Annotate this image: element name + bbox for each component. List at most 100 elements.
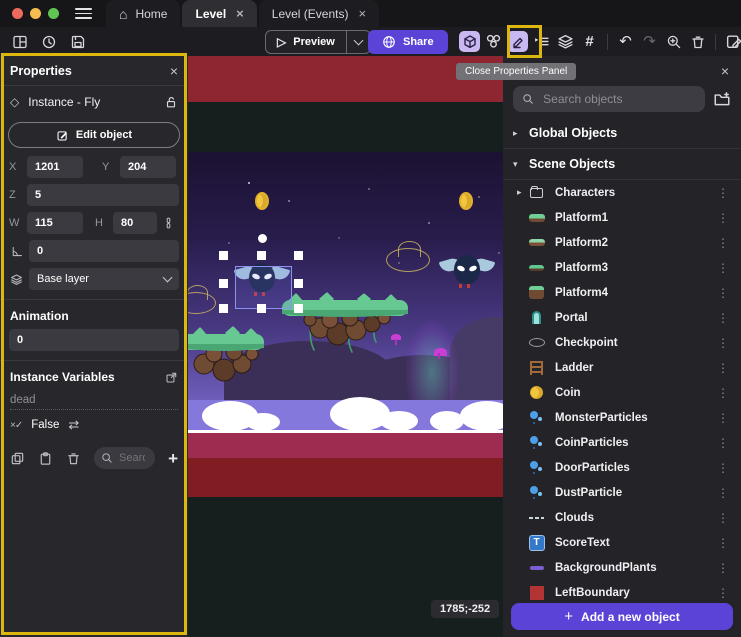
tab[interactable]: ⌂ Level (Events) × xyxy=(259,0,379,27)
object-list-item[interactable]: BackgroundPlants ⋮ xyxy=(503,555,741,580)
cloud-sprite[interactable] xyxy=(380,411,418,431)
objects-search-input[interactable] xyxy=(541,91,696,107)
item-menu-icon[interactable]: ⋮ xyxy=(715,261,731,275)
object-list-item[interactable]: CoinParticles ⋮ xyxy=(503,430,741,455)
tab-close-icon[interactable]: × xyxy=(358,7,366,20)
layers-icon[interactable] xyxy=(555,31,576,52)
layer-select[interactable]: Base layer xyxy=(29,268,179,290)
menu-icon[interactable] xyxy=(75,8,92,19)
paste-icon[interactable] xyxy=(38,451,53,466)
edit-properties-icon[interactable] xyxy=(507,31,528,52)
ufo-outline-sprite[interactable] xyxy=(188,292,216,314)
object-list-item[interactable]: Checkpoint ⋮ xyxy=(503,330,741,355)
resize-handle-sw[interactable] xyxy=(219,304,228,313)
ufo-outline-sprite[interactable] xyxy=(386,248,430,272)
animation-input[interactable] xyxy=(9,329,179,351)
delete-variable-icon[interactable] xyxy=(66,451,81,466)
variable-name[interactable]: dead xyxy=(10,394,178,410)
object-list-item[interactable]: Platform2 ⋮ xyxy=(503,230,741,255)
object-list-item[interactable]: Ladder ⋮ xyxy=(503,355,741,380)
object-list-item[interactable]: Platform3 ⋮ xyxy=(503,255,741,280)
fly-monster-sprite[interactable] xyxy=(440,252,494,292)
object-list-item[interactable]: Portal ⋮ xyxy=(503,305,741,330)
height-input[interactable] xyxy=(113,212,157,234)
object-list-item[interactable]: Coin ⋮ xyxy=(503,380,741,405)
resize-handle-e[interactable] xyxy=(294,279,303,288)
view-3d-icon[interactable] xyxy=(459,31,480,52)
item-menu-icon[interactable]: ⋮ xyxy=(715,536,731,550)
coin-sprite[interactable] xyxy=(255,192,269,210)
width-input[interactable] xyxy=(27,212,83,234)
item-menu-icon[interactable]: ⋮ xyxy=(715,411,731,425)
x-input[interactable] xyxy=(27,156,83,178)
events-list-icon[interactable] xyxy=(531,31,552,52)
add-new-object-button[interactable]: + Add a new object xyxy=(511,603,733,630)
object-list-item[interactable]: DustParticle ⋮ xyxy=(503,480,741,505)
coin-sprite[interactable] xyxy=(459,192,473,210)
resize-handle-nw[interactable] xyxy=(219,251,228,260)
global-objects-group[interactable]: ▸ Global Objects xyxy=(503,118,741,149)
item-menu-icon[interactable]: ⋮ xyxy=(715,286,731,300)
object-list-item[interactable]: Platform4 ⋮ xyxy=(503,280,741,305)
item-menu-icon[interactable]: ⋮ xyxy=(715,386,731,400)
cloud-sprite[interactable] xyxy=(246,413,280,431)
delete-icon[interactable] xyxy=(687,31,708,52)
open-external-icon[interactable] xyxy=(165,371,178,384)
maximize-window-button[interactable] xyxy=(48,8,59,19)
object-list-item[interactable]: Platform1 ⋮ xyxy=(503,205,741,230)
resize-handle-n[interactable] xyxy=(257,251,266,260)
close-properties-icon[interactable]: × xyxy=(170,64,178,78)
close-objects-panel-icon[interactable]: × xyxy=(721,64,729,78)
tab-close-icon[interactable]: × xyxy=(236,7,244,20)
item-menu-icon[interactable]: ⋮ xyxy=(715,186,731,200)
item-menu-icon[interactable]: ⋮ xyxy=(715,336,731,350)
y-input[interactable] xyxy=(120,156,176,178)
item-menu-icon[interactable]: ⋮ xyxy=(715,311,731,325)
undo-icon[interactable]: ↶ xyxy=(615,31,636,52)
unlock-icon[interactable] xyxy=(164,95,178,109)
preview-button[interactable]: ▷ Preview xyxy=(265,30,371,54)
close-window-button[interactable] xyxy=(12,8,23,19)
item-menu-icon[interactable]: ⋮ xyxy=(715,586,731,600)
zoom-in-icon[interactable] xyxy=(663,31,684,52)
redo-icon[interactable]: ↷ xyxy=(639,31,660,52)
link-dimensions-icon[interactable] xyxy=(162,216,175,230)
object-list-item[interactable]: Clouds ⋮ xyxy=(503,505,741,530)
toggle-value-icon[interactable]: ⇄ xyxy=(68,417,79,433)
edit-object-button[interactable]: Edit object xyxy=(8,122,180,148)
rotation-handle[interactable] xyxy=(258,234,267,243)
objects-search-box[interactable] xyxy=(513,86,705,112)
object-list-item[interactable]: LeftBoundary ⋮ xyxy=(503,580,741,605)
selection-rectangle[interactable] xyxy=(235,266,292,309)
tab[interactable]: ⌂ Level × xyxy=(182,0,256,27)
object-list-item[interactable]: ScoreText ⋮ xyxy=(503,530,741,555)
resize-handle-ne[interactable] xyxy=(294,251,303,260)
platform-sprite[interactable] xyxy=(280,292,412,364)
notes-icon[interactable] xyxy=(723,31,741,52)
scene-objects-group[interactable]: ▾ Scene Objects xyxy=(503,149,741,180)
copy-icon[interactable] xyxy=(10,451,25,466)
panels-icon[interactable] xyxy=(9,31,30,52)
item-menu-icon[interactable]: ⋮ xyxy=(715,436,731,450)
grid-icon[interactable]: # xyxy=(579,31,600,52)
item-menu-icon[interactable]: ⋮ xyxy=(715,486,731,500)
resize-handle-w[interactable] xyxy=(219,279,228,288)
item-menu-icon[interactable]: ⋮ xyxy=(715,236,731,250)
item-menu-icon[interactable]: ⋮ xyxy=(715,361,731,375)
object-list-item[interactable]: Characters ⋮ xyxy=(503,180,741,205)
z-input[interactable] xyxy=(27,184,179,206)
share-button[interactable]: Share xyxy=(368,30,448,54)
variables-search-input[interactable] xyxy=(117,451,147,465)
cloud-sprite[interactable] xyxy=(330,397,390,431)
item-menu-icon[interactable]: ⋮ xyxy=(715,511,731,525)
platform-sprite[interactable] xyxy=(188,324,270,394)
minimize-window-button[interactable] xyxy=(30,8,41,19)
item-menu-icon[interactable]: ⋮ xyxy=(715,561,731,575)
angle-input[interactable] xyxy=(29,240,179,262)
save-icon[interactable] xyxy=(67,31,88,52)
scene-canvas[interactable]: 1785;-252 xyxy=(188,56,503,637)
add-folder-icon[interactable] xyxy=(713,90,731,108)
object-list-item[interactable]: DoorParticles ⋮ xyxy=(503,455,741,480)
preview-dropdown-button[interactable] xyxy=(346,31,370,53)
instances-icon[interactable] xyxy=(483,31,504,52)
